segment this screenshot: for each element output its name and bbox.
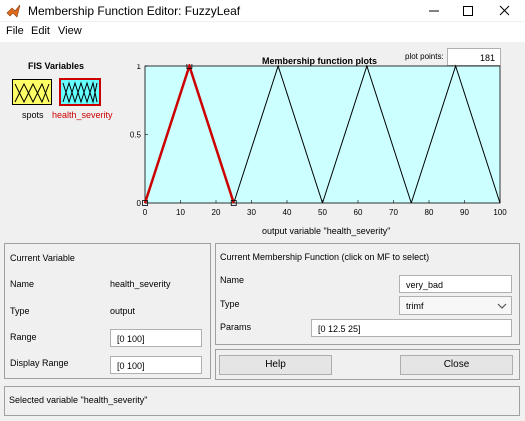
y-tick-label: 1 [137,64,142,71]
x-tick-label: 100 [493,208,507,217]
x-tick-label: 70 [389,208,398,217]
mf-type-label: Type [220,299,240,309]
x-tick-label: 30 [247,208,256,217]
membership-shape-icon [14,82,50,104]
display-range-label: Display Range [10,358,69,368]
membership-shape-icon [62,81,98,104]
button-panel: Help Close [215,349,520,380]
chevron-down-icon [497,303,507,309]
menu-view[interactable]: View [58,25,82,37]
mf-name-label: Name [220,275,245,285]
current-mf-panel: Current Membership Function (click on MF… [215,243,520,345]
plot-points-label: plot points: [405,52,444,61]
close-window-button[interactable] [486,0,522,22]
mf-name-input[interactable]: very_bad [399,275,512,293]
output-variable-label: health_severity [52,110,113,120]
variable-type-label: Type [10,306,30,316]
input-variable-spots[interactable] [12,79,52,105]
status-text: Selected variable "health_severity" [9,395,148,405]
variable-name-label: Name [10,279,35,289]
mf-params-label: Params [220,322,252,332]
input-variable-label: spots [22,110,44,120]
menu-file[interactable]: File [6,25,24,37]
minimize-button[interactable] [416,0,452,22]
x-tick-label: 10 [176,208,185,217]
current-variable-panel: Current Variable Name health_severity Ty… [4,243,211,379]
mf-params-input[interactable]: [0 12.5 25] [311,319,512,337]
window-title: Membership Function Editor: FuzzyLeaf [28,4,241,18]
y-tick-label: 0 [137,199,142,208]
plot-area [144,65,501,204]
maximize-button[interactable] [450,0,486,22]
status-bar: Selected variable "health_severity" [4,386,520,416]
variable-type-value: output [110,306,136,316]
output-variable-health-severity[interactable] [59,78,101,106]
current-variable-header: Current Variable [10,253,75,263]
range-input[interactable]: [0 100] [110,329,202,347]
x-tick-label: 20 [212,208,221,217]
membership-function-plot[interactable]: 010203040506070809010000.51badgoodvery_g… [130,64,515,242]
mf-type-select[interactable]: trimf [399,296,512,315]
maximize-icon [463,6,473,16]
close-button[interactable]: Close [400,355,513,375]
mf-type-value: trimf [406,301,424,311]
y-tick-label: 0.5 [130,131,142,140]
range-label: Range [10,332,37,342]
title-bar: Membership Function Editor: FuzzyLeaf [0,0,525,22]
x-tick-label: 50 [318,208,327,217]
x-tick-label: 0 [143,208,148,217]
minimize-icon [429,10,439,12]
x-axis-label: output variable "health_severity" [262,226,391,236]
x-tick-label: 40 [283,208,292,217]
x-tick-label: 60 [354,208,363,217]
display-range-input[interactable]: [0 100] [110,356,202,374]
variable-name-value: health_severity [110,279,171,289]
close-icon [499,5,510,16]
x-tick-label: 80 [425,208,434,217]
menu-bar: File Edit View [0,22,525,42]
x-tick-label: 90 [460,208,469,217]
help-button[interactable]: Help [219,355,332,375]
fis-variables-title: FIS Variables [28,61,85,71]
menu-edit[interactable]: Edit [31,25,50,37]
editor-client-area: FIS Variables spots health_severity plot… [0,42,525,421]
matlab-icon [6,4,21,18]
current-mf-header: Current Membership Function (click on MF… [220,252,430,262]
